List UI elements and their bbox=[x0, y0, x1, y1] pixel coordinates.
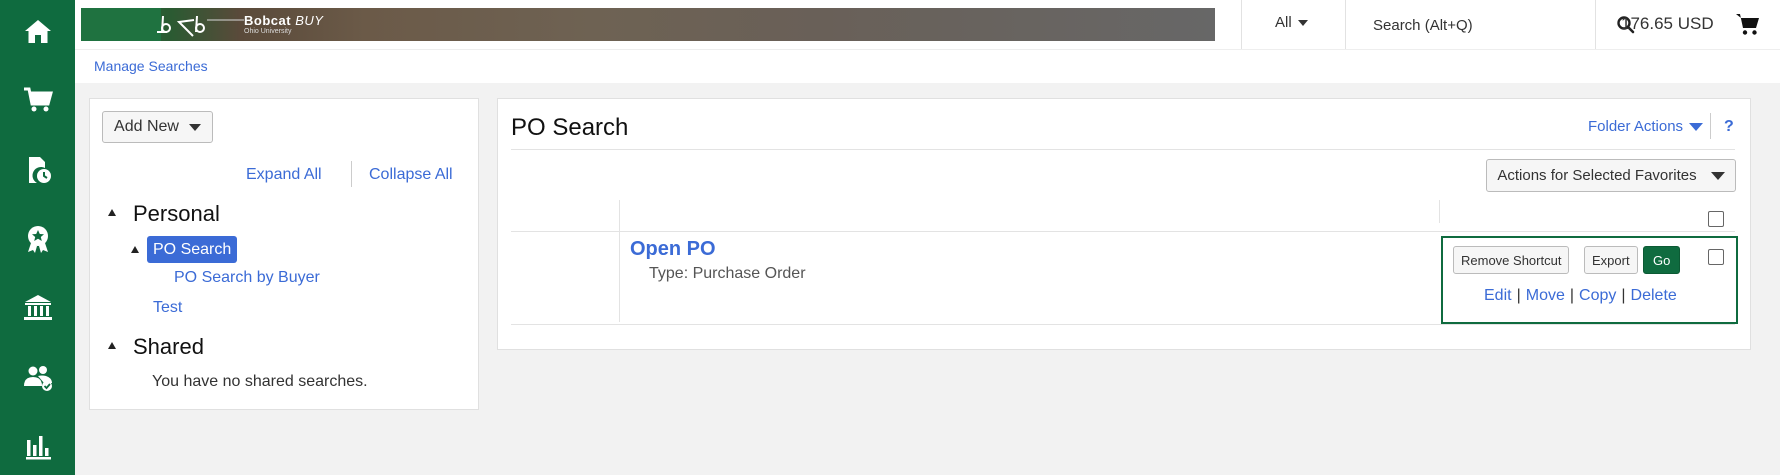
brand-name: Bobcat BUY bbox=[244, 13, 323, 28]
add-new-label: Add New bbox=[114, 118, 179, 135]
remove-shortcut-button[interactable]: Remove Shortcut bbox=[1453, 246, 1570, 274]
shared-empty-note: You have no shared searches. bbox=[152, 373, 368, 390]
folder-actions-dropdown[interactable]: Folder Actions bbox=[1588, 118, 1704, 135]
manage-searches-link[interactable]: Manage Searches bbox=[94, 58, 208, 74]
document-clock-icon[interactable] bbox=[0, 140, 75, 200]
result-actions-box: Remove Shortcut Export Go Edit | Move | Copy… bbox=[1441, 236, 1738, 324]
search-input[interactable] bbox=[1373, 12, 1573, 38]
search-scope-dropdown[interactable]: All bbox=[1275, 14, 1308, 31]
divider bbox=[511, 324, 1735, 325]
award-icon[interactable] bbox=[0, 209, 75, 269]
folder-actions-label: Folder Actions bbox=[1588, 118, 1684, 135]
collapse-triangle-icon[interactable] bbox=[131, 246, 139, 253]
collapse-triangle-icon[interactable] bbox=[108, 209, 116, 216]
add-new-button[interactable]: Add New bbox=[102, 111, 213, 143]
result-action-links: Edit | Move | Copy | Delete bbox=[1484, 287, 1677, 305]
header-divider bbox=[1345, 0, 1346, 49]
brand-banner[interactable]: Bobcat BUY Ohio University bbox=[81, 8, 1215, 41]
tree-item-po-search[interactable]: PO Search bbox=[147, 236, 238, 263]
tree-item-po-search-by-buyer[interactable]: PO Search by Buyer bbox=[174, 269, 320, 287]
home-icon[interactable] bbox=[0, 2, 75, 62]
top-header: Bobcat BUY Ohio University All 176.65 US… bbox=[75, 0, 1780, 49]
left-nav-sidebar bbox=[0, 0, 75, 475]
export-button[interactable]: Export bbox=[1584, 246, 1638, 274]
actions-for-selected-label: Actions for Selected Favorites bbox=[1497, 167, 1697, 184]
brand-name-suffix: BUY bbox=[295, 13, 324, 28]
expand-all-link[interactable]: Expand All bbox=[246, 166, 322, 184]
collapse-all-link[interactable]: Collapse All bbox=[369, 166, 453, 184]
bar-chart-icon[interactable] bbox=[0, 416, 75, 475]
result-title-open-po[interactable]: Open PO bbox=[630, 238, 716, 261]
chevron-down-icon bbox=[188, 123, 201, 131]
cart-total[interactable]: 176.65 USD bbox=[1621, 14, 1714, 34]
tree-folder-personal[interactable]: Personal bbox=[133, 201, 220, 227]
breadcrumb: Manage Searches bbox=[75, 49, 1780, 83]
collapse-triangle-icon[interactable] bbox=[108, 342, 116, 349]
cart-icon[interactable] bbox=[1735, 11, 1761, 37]
search-folder-tree-panel: Add New Expand All Collapse All Personal… bbox=[89, 98, 479, 410]
select-all-checkbox[interactable] bbox=[1708, 211, 1724, 227]
help-link[interactable]: ? bbox=[1724, 118, 1734, 136]
chevron-down-icon bbox=[1689, 122, 1704, 131]
header-divider bbox=[1595, 0, 1596, 49]
bank-icon[interactable] bbox=[0, 278, 75, 338]
header-divider bbox=[1241, 0, 1242, 49]
po-search-folder-panel: PO Search Folder Actions ? Actions for S… bbox=[497, 98, 1751, 350]
users-icon[interactable] bbox=[0, 347, 75, 407]
result-row-checkbox[interactable] bbox=[1708, 249, 1724, 265]
brand-name-main: Bobcat bbox=[244, 13, 292, 28]
link-separator: | bbox=[1516, 287, 1521, 304]
go-button[interactable]: Go bbox=[1643, 246, 1681, 274]
link-separator: | bbox=[1569, 287, 1575, 304]
link-divider bbox=[351, 161, 352, 187]
result-type: Type: Purchase Order bbox=[649, 265, 806, 282]
edit-link[interactable]: Edit bbox=[1484, 287, 1512, 304]
column-divider bbox=[619, 200, 620, 322]
copy-link[interactable]: Copy bbox=[1579, 287, 1616, 304]
link-separator: | bbox=[1621, 287, 1626, 304]
actions-for-selected-favorites-button[interactable]: Actions for Selected Favorites bbox=[1486, 159, 1736, 192]
brand-subtitle: Ohio University bbox=[244, 28, 292, 35]
cart-icon[interactable] bbox=[0, 70, 75, 130]
chevron-down-icon bbox=[1297, 19, 1308, 26]
move-link[interactable]: Move bbox=[1526, 287, 1565, 304]
chevron-down-icon bbox=[1710, 171, 1725, 180]
page-title: PO Search bbox=[511, 114, 629, 141]
delete-link[interactable]: Delete bbox=[1631, 287, 1677, 304]
divider bbox=[511, 231, 1735, 232]
tree-folder-shared[interactable]: Shared bbox=[133, 334, 204, 360]
column-divider bbox=[1439, 200, 1440, 223]
folder-actions-divider bbox=[1710, 113, 1711, 139]
divider bbox=[511, 149, 1735, 150]
search-scope-value: All bbox=[1275, 14, 1292, 31]
tree-item-test[interactable]: Test bbox=[153, 299, 182, 317]
